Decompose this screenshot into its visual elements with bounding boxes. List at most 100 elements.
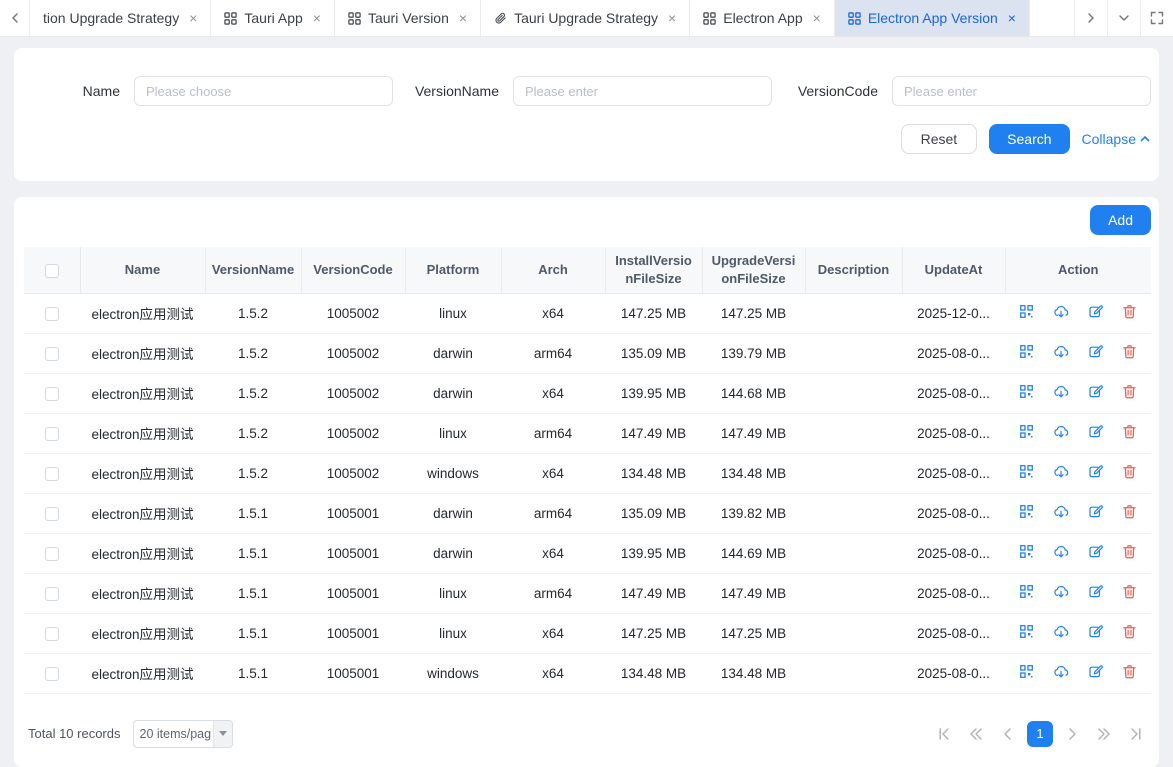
tab[interactable]: Electron App × xyxy=(690,0,835,36)
qrcode-icon[interactable] xyxy=(1019,624,1034,639)
last-page-button[interactable] xyxy=(1123,721,1149,747)
delete-icon[interactable] xyxy=(1122,464,1137,479)
row-checkbox[interactable] xyxy=(45,387,59,401)
cloud-download-icon[interactable] xyxy=(1053,464,1069,480)
row-checkbox[interactable] xyxy=(45,587,59,601)
delete-icon[interactable] xyxy=(1122,664,1137,679)
qrcode-icon[interactable] xyxy=(1019,504,1034,519)
edit-icon[interactable] xyxy=(1088,584,1103,599)
qrcode-icon[interactable] xyxy=(1019,344,1034,359)
close-icon[interactable]: × xyxy=(668,11,676,25)
cell-platform: darwin xyxy=(405,373,501,413)
jump-back-button[interactable] xyxy=(963,721,989,747)
edit-icon[interactable] xyxy=(1088,424,1103,439)
fullscreen-button[interactable] xyxy=(1140,0,1173,36)
row-checkbox[interactable] xyxy=(45,427,59,441)
row-checkbox[interactable] xyxy=(45,547,59,561)
row-checkbox[interactable] xyxy=(45,347,59,361)
edit-icon[interactable] xyxy=(1088,664,1103,679)
row-checkbox[interactable] xyxy=(45,507,59,521)
cell-versionname: 1.5.2 xyxy=(205,333,301,373)
add-button[interactable]: Add xyxy=(1090,205,1151,235)
cloud-download-icon[interactable] xyxy=(1053,624,1069,640)
close-icon[interactable]: × xyxy=(313,11,321,25)
cloud-download-icon[interactable] xyxy=(1053,384,1069,400)
tab[interactable]: tion Upgrade Strategy × xyxy=(30,0,211,36)
tab[interactable]: Electron App Version × xyxy=(835,0,1030,36)
row-checkbox[interactable] xyxy=(45,467,59,481)
tabs-menu-button[interactable] xyxy=(1107,0,1140,36)
qrcode-icon[interactable] xyxy=(1019,584,1034,599)
row-checkbox[interactable] xyxy=(45,627,59,641)
cloud-download-icon[interactable] xyxy=(1053,504,1069,520)
jump-forward-button[interactable] xyxy=(1091,721,1117,747)
cell-name: electron应用测试 xyxy=(80,613,205,653)
cloud-download-icon[interactable] xyxy=(1053,304,1069,320)
close-icon[interactable]: × xyxy=(459,11,467,25)
edit-icon[interactable] xyxy=(1088,344,1103,359)
delete-icon[interactable] xyxy=(1122,344,1137,359)
cell-versioncode: 1005001 xyxy=(301,653,405,693)
first-page-button[interactable] xyxy=(931,721,957,747)
tab[interactable]: Tauri App × xyxy=(211,0,335,36)
row-checkbox[interactable] xyxy=(45,307,59,321)
tab[interactable]: Tauri Version × xyxy=(335,0,481,36)
cell-installversionfilesize: 134.48 MB xyxy=(605,653,702,693)
edit-icon[interactable] xyxy=(1088,304,1103,319)
qrcode-icon[interactable] xyxy=(1019,464,1034,479)
name-input[interactable] xyxy=(134,76,393,106)
edit-icon[interactable] xyxy=(1088,464,1103,479)
select-all-checkbox[interactable] xyxy=(45,264,59,278)
cell-select xyxy=(24,653,80,693)
prev-page-button[interactable] xyxy=(995,721,1021,747)
row-checkbox[interactable] xyxy=(45,667,59,681)
edit-icon[interactable] xyxy=(1088,544,1103,559)
scroll-tabs-right-button[interactable] xyxy=(1074,0,1107,36)
page-1-button[interactable]: 1 xyxy=(1027,721,1053,747)
page-size-value: 20 items/pag xyxy=(134,727,213,741)
close-icon[interactable]: × xyxy=(189,11,197,25)
edit-icon[interactable] xyxy=(1088,504,1103,519)
cell-versioncode: 1005002 xyxy=(301,453,405,493)
edit-icon[interactable] xyxy=(1088,384,1103,399)
pagination: 1 xyxy=(931,721,1149,747)
cell-versionname: 1.5.2 xyxy=(205,293,301,333)
data-table: Name VersionName VersionCode Platform Ar… xyxy=(24,247,1151,694)
qrcode-icon[interactable] xyxy=(1019,544,1034,559)
delete-icon[interactable] xyxy=(1122,544,1137,559)
next-page-button[interactable] xyxy=(1059,721,1085,747)
delete-icon[interactable] xyxy=(1122,504,1137,519)
qrcode-icon[interactable] xyxy=(1019,424,1034,439)
reset-button[interactable]: Reset xyxy=(901,124,978,154)
cloud-download-icon[interactable] xyxy=(1053,344,1069,360)
collapse-link[interactable]: Collapse xyxy=(1082,131,1151,147)
close-icon[interactable]: × xyxy=(1008,11,1016,25)
cell-name: electron应用测试 xyxy=(80,453,205,493)
qrcode-icon[interactable] xyxy=(1019,304,1034,319)
page-size-select[interactable]: 20 items/pag xyxy=(133,720,233,748)
cloud-download-icon[interactable] xyxy=(1053,584,1069,600)
delete-icon[interactable] xyxy=(1122,304,1137,319)
cell-description xyxy=(805,373,902,413)
qrcode-icon[interactable] xyxy=(1019,664,1034,679)
chevron-up-icon xyxy=(1139,133,1151,145)
cell-versioncode: 1005001 xyxy=(301,533,405,573)
close-icon[interactable]: × xyxy=(813,11,821,25)
table-row: electron应用测试 1.5.1 1005001 linux arm64 1… xyxy=(24,573,1151,613)
versionname-input[interactable] xyxy=(513,76,772,106)
cloud-download-icon[interactable] xyxy=(1053,424,1069,440)
delete-icon[interactable] xyxy=(1122,624,1137,639)
tab[interactable]: Tauri Upgrade Strategy × xyxy=(481,0,690,36)
delete-icon[interactable] xyxy=(1122,384,1137,399)
scroll-tabs-left-button[interactable] xyxy=(0,0,30,36)
edit-icon[interactable] xyxy=(1088,624,1103,639)
delete-icon[interactable] xyxy=(1122,424,1137,439)
search-button[interactable]: Search xyxy=(989,124,1069,154)
qrcode-icon[interactable] xyxy=(1019,384,1034,399)
cell-description xyxy=(805,653,902,693)
cloud-download-icon[interactable] xyxy=(1053,544,1069,560)
cloud-download-icon[interactable] xyxy=(1053,664,1069,680)
versioncode-input[interactable] xyxy=(892,76,1151,106)
form-item-versionname: VersionName xyxy=(393,76,772,106)
delete-icon[interactable] xyxy=(1122,584,1137,599)
